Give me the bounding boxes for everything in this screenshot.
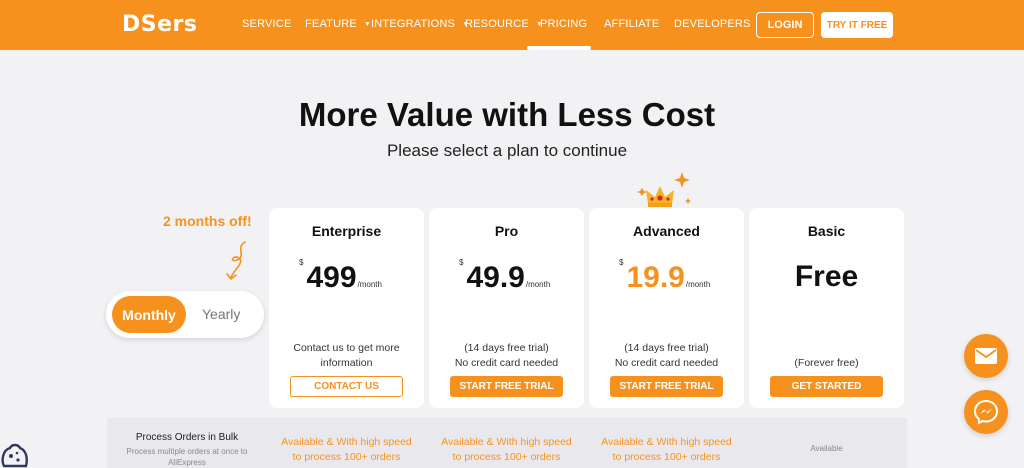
price-period: /month bbox=[357, 280, 382, 289]
billing-toggle: Monthly Yearly bbox=[106, 291, 264, 338]
try-it-free-button[interactable]: TRY IT FREE bbox=[821, 12, 893, 38]
messenger-icon bbox=[973, 399, 999, 425]
login-button[interactable]: LOGIN bbox=[756, 12, 814, 38]
plan-card-enterprise: Enterprise $ 499 /month Contact us to ge… bbox=[269, 208, 424, 408]
plan-card-advanced: Advanced $ 19.9 /month (14 days free tri… bbox=[589, 208, 744, 408]
active-tab-indicator bbox=[527, 46, 591, 50]
feature-title: Process Orders in Bulk bbox=[135, 432, 239, 443]
plan-price: $ 19.9 /month bbox=[619, 258, 710, 296]
nav-developers[interactable]: DEVELOPERS bbox=[674, 18, 751, 30]
plan-card-basic: Basic Free (Forever free) GET STARTED bbox=[749, 208, 904, 408]
nav-affiliate[interactable]: AFFILIATE bbox=[604, 18, 659, 30]
plan-note: No credit card needed bbox=[454, 357, 559, 369]
feature-value-basic: Available bbox=[810, 444, 843, 453]
messenger-button[interactable] bbox=[964, 390, 1008, 434]
plan-price: $ 49.9 /month bbox=[459, 258, 550, 296]
swirl-arrow-icon bbox=[226, 241, 246, 280]
start-free-trial-button[interactable]: START FREE TRIAL bbox=[450, 376, 563, 397]
plan-note: (14 days free trial) bbox=[624, 342, 709, 354]
currency-symbol: $ bbox=[299, 258, 304, 267]
plan-note: No credit card needed bbox=[614, 357, 719, 369]
page-subtitle: Please select a plan to continue bbox=[386, 141, 628, 160]
contact-us-button[interactable]: CONTACT US bbox=[290, 376, 403, 397]
plan-card-pro: Pro $ 49.9 /month (14 days free trial) N… bbox=[429, 208, 584, 408]
plan-price: $ 499 /month bbox=[299, 258, 382, 296]
plan-name: Advanced bbox=[633, 223, 700, 239]
feature-value-advanced: Available & With high speed to process 1… bbox=[601, 436, 732, 463]
plan-name: Basic bbox=[807, 223, 846, 239]
price-amount: 19.9 bbox=[626, 261, 685, 294]
price-period: /month bbox=[525, 280, 551, 289]
plan-name: Enterprise bbox=[311, 223, 382, 239]
page-title: More Value with Less Cost bbox=[298, 96, 716, 133]
plan-note: Contact us to get more bbox=[293, 342, 400, 354]
get-started-button[interactable]: GET STARTED bbox=[770, 376, 883, 397]
price-amount: Free bbox=[794, 260, 859, 293]
nav-feature[interactable]: FEATURE ▼ bbox=[305, 18, 371, 30]
mail-button[interactable] bbox=[964, 334, 1008, 378]
currency-symbol: $ bbox=[459, 258, 464, 267]
plan-note: information bbox=[320, 357, 373, 369]
promo-label: 2 months off! bbox=[163, 213, 252, 229]
monthly-option[interactable]: Monthly bbox=[112, 296, 186, 333]
plan-name: Pro bbox=[494, 223, 519, 239]
nav-resource[interactable]: RESOURCE ▼ bbox=[465, 18, 543, 30]
price-amount: 49.9 bbox=[466, 261, 525, 294]
crown-icon bbox=[637, 172, 691, 207]
feature-row-bulk-orders: Process Orders in Bulk Process multiple … bbox=[107, 418, 907, 468]
plan-note: (Forever free) bbox=[794, 357, 859, 369]
nav-integrations[interactable]: INTEGRATIONS ▼ bbox=[371, 18, 469, 30]
top-navbar: DSers SERVICE FEATURE ▼ INTEGRATIONS ▼ RES… bbox=[0, 0, 1024, 50]
caret-down-icon: ▼ bbox=[363, 20, 372, 28]
start-free-trial-button[interactable]: START FREE TRIAL bbox=[610, 376, 723, 397]
feature-description: Process multiple orders at once to AliEx… bbox=[126, 447, 248, 467]
nav-pricing[interactable]: PRICING bbox=[540, 18, 587, 30]
price-period: /month bbox=[685, 280, 711, 289]
price-amount: 499 bbox=[306, 261, 357, 294]
dsers-logo[interactable]: DSers bbox=[122, 12, 197, 37]
cookie-icon[interactable] bbox=[0, 438, 30, 468]
nav-service[interactable]: SERVICE bbox=[242, 18, 292, 30]
feature-value-enterprise: Available & With high speed to process 1… bbox=[281, 436, 412, 463]
plan-note: (14 days free trial) bbox=[464, 342, 549, 354]
currency-symbol: $ bbox=[619, 258, 624, 267]
mail-icon bbox=[975, 348, 997, 364]
feature-value-pro: Available & With high speed to process 1… bbox=[441, 436, 572, 463]
yearly-option[interactable]: Yearly bbox=[202, 306, 240, 322]
